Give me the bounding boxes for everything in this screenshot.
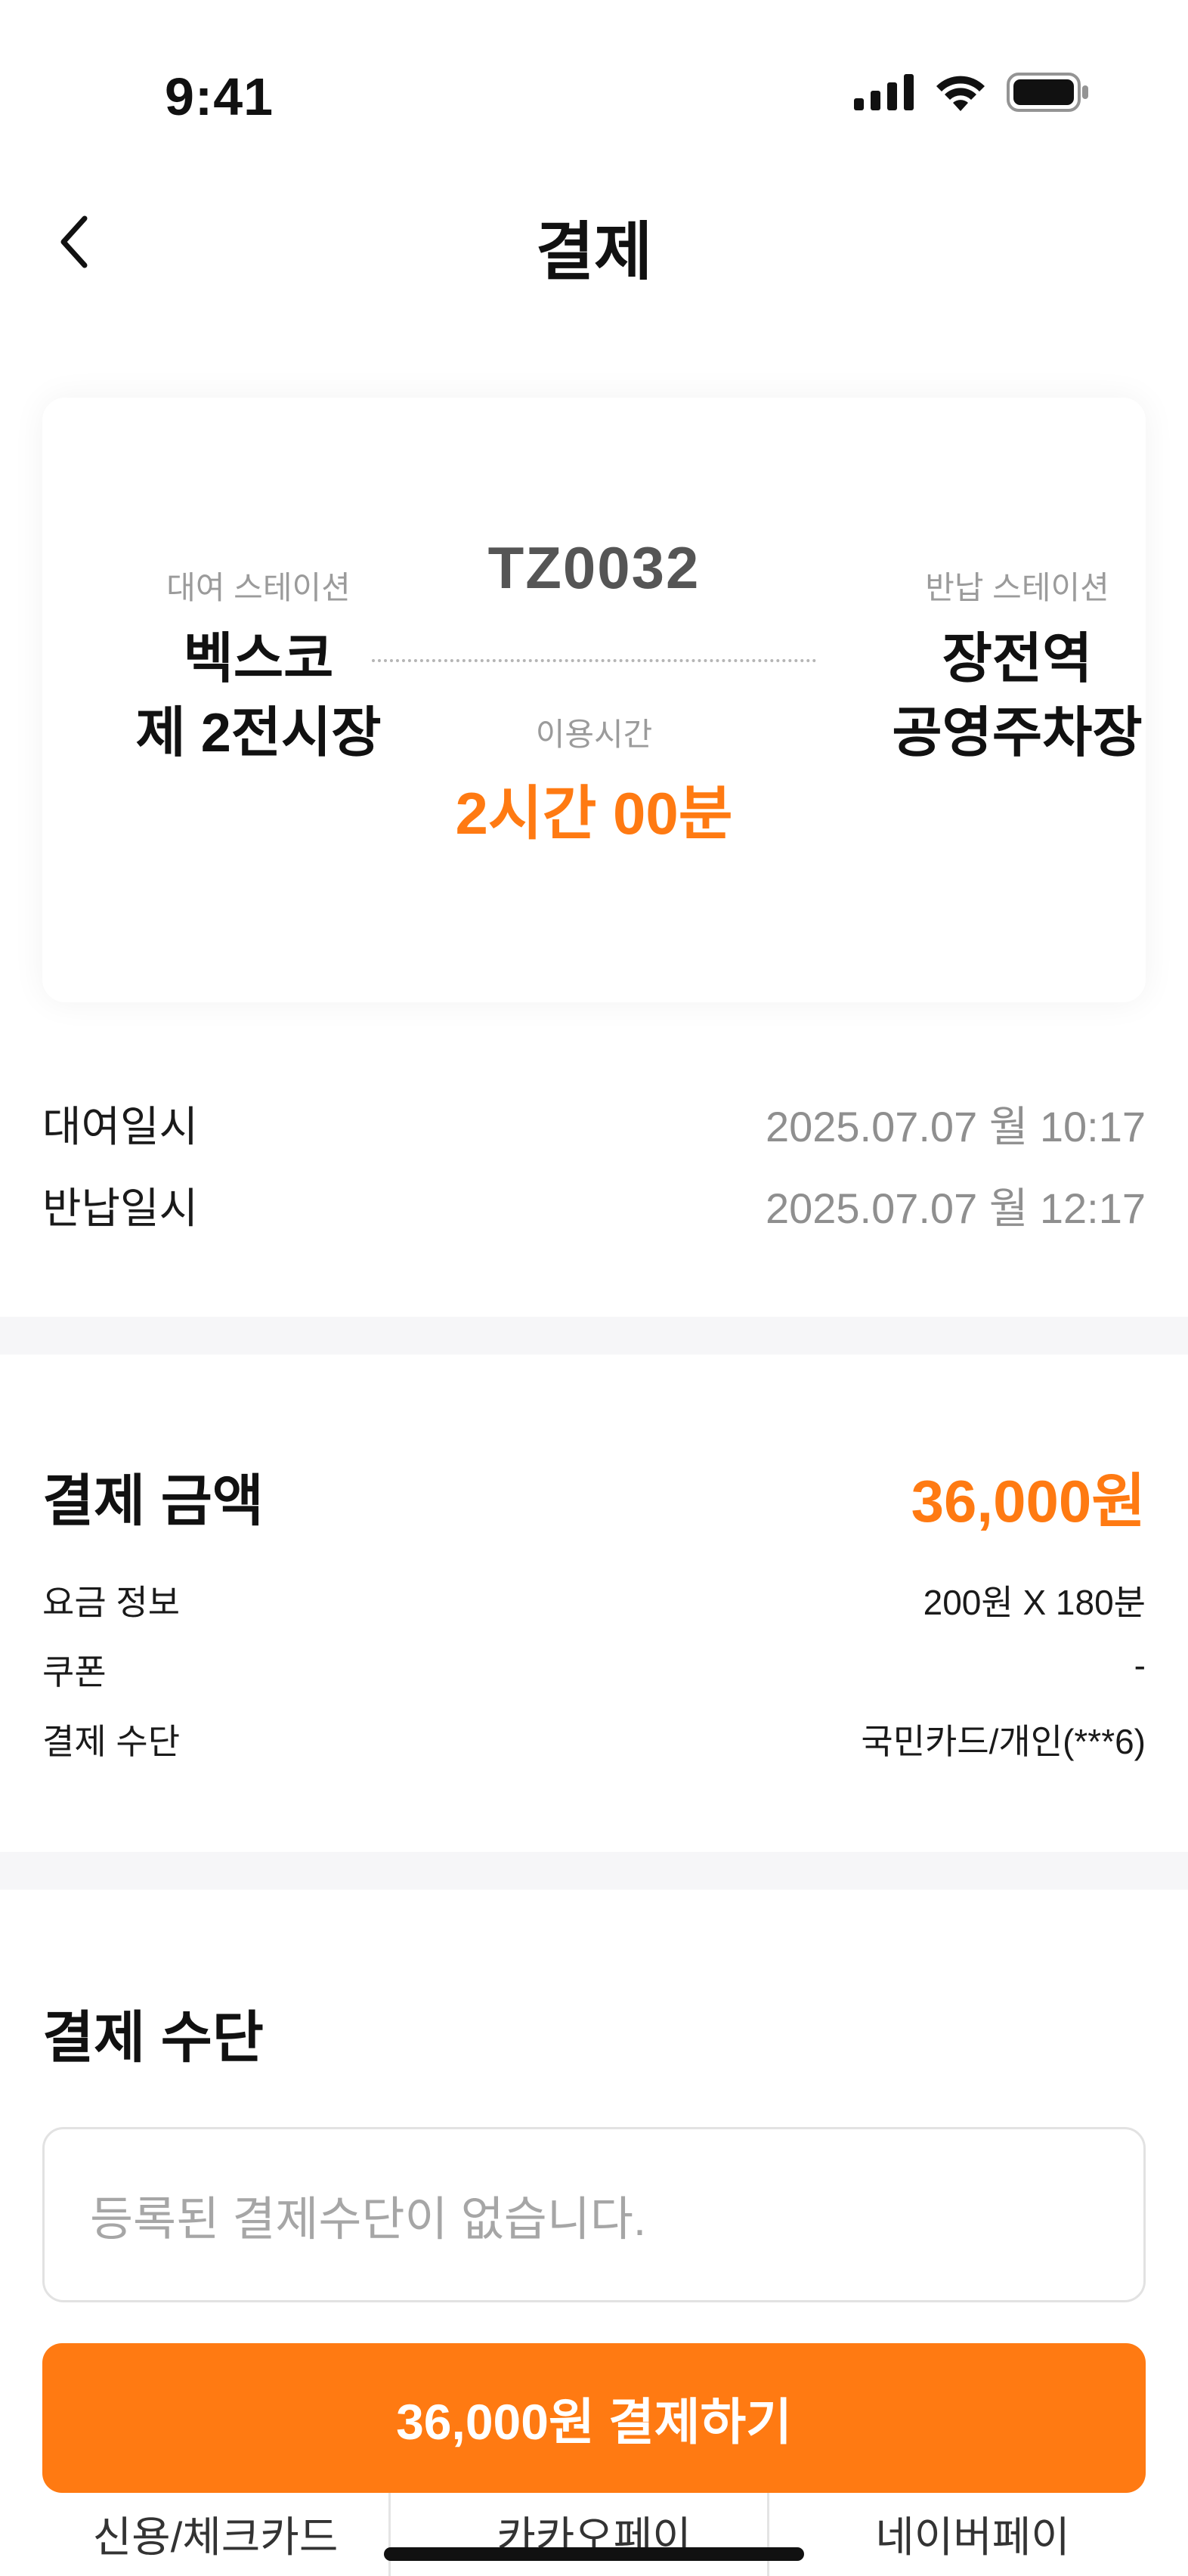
home-indicator [384,2547,804,2561]
fare-info-row: 요금 정보 200원 X 180분 [42,1575,1146,1625]
return-station-name: 장전역 공영주차장 [892,629,1143,763]
rental-datetime-value: 2025.07.07 월 10:17 [765,1103,1146,1150]
tab-credit-card[interactable]: 신용/체크카드 [42,2493,391,2576]
page-title: 결제 [535,216,653,287]
payment-screen: 9:41 결제 대여 스테이션 벡스코 제 2전시장 TZ0032 이용시간 2… [0,0,1188,2576]
status-time: 9:41 [165,67,274,126]
rental-datetime-label: 대여일시 [42,1103,199,1150]
return-datetime-row: 반납일시 2025.07.07 월 12:17 [42,1175,1146,1236]
payment-method-label: 결제 수단 [42,1722,181,1761]
ride-summary-card: 대여 스테이션 벡스코 제 2전시장 TZ0032 이용시간 2시간 00분 반… [42,398,1146,1002]
return-station: 반납 스테이션 장전역 공영주차장 [851,562,1183,770]
route-dotted-line [372,659,816,662]
signal-icon [854,74,914,110]
fare-info-value: 200원 X 180분 [923,1583,1146,1622]
tab-naverpay[interactable]: 네이버페이 [800,2493,1146,2576]
empty-payment-text: 등록된 결제수단이 없습니다. [90,2194,647,2246]
return-datetime-label: 반납일시 [42,1184,199,1232]
payment-method-tabs: 신용/체크카드 카카오페이 네이버페이 [42,2493,1146,2576]
fare-info-label: 요금 정보 [42,1583,181,1622]
section-divider [0,1852,1188,1890]
battery-icon [1007,73,1088,112]
registered-payment-box[interactable]: 등록된 결제수단이 없습니다. [42,2127,1146,2302]
return-station-caption: 반납 스테이션 [925,570,1109,605]
rental-datetime-row: 대여일시 2025.07.07 월 10:17 [42,1093,1146,1154]
payment-method-value: 국민카드/개인(***6) [861,1722,1146,1761]
payment-amount-value: 36,000원 [911,1468,1146,1534]
coupon-row: 쿠폰 - [42,1645,1146,1695]
coupon-label: 쿠폰 [42,1652,107,1692]
coupon-value: - [1134,1646,1146,1685]
section-divider [0,1317,1188,1355]
pay-button[interactable]: 36,000원 결제하기 [42,2343,1146,2493]
wifi-icon [936,76,985,111]
usage-time: 2시간 00분 [455,780,733,847]
status-icons [854,73,1090,112]
payment-method-row: 결제 수단 국민카드/개인(***6) [42,1714,1146,1764]
payment-amount-title: 결제 금액 [42,1469,264,1532]
tab-kakaopay[interactable]: 카카오페이 [421,2493,769,2576]
return-datetime-value: 2025.07.07 월 12:17 [765,1184,1146,1232]
payment-method-title: 결제 수단 [42,2006,264,2069]
